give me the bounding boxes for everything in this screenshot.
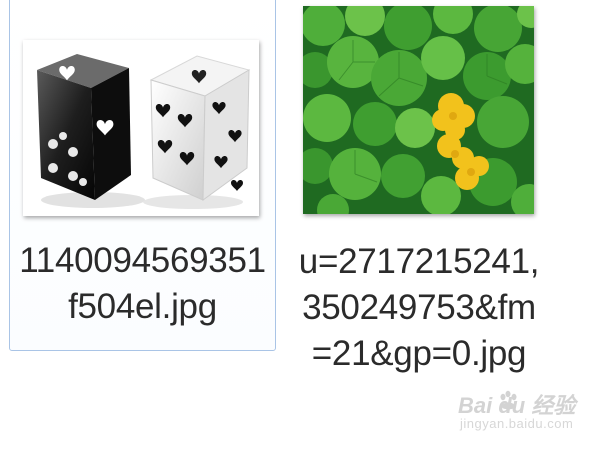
file-item-clover[interactable]: u=2717215241, 350249753&fm =21&gp=0.jpg	[293, 0, 545, 406]
thumbnail-dice-image[interactable]	[23, 40, 259, 216]
baidu-watermark: Bai du 经验 jingyan.baidu.com	[458, 388, 598, 440]
file-name-label[interactable]: u=2717215241, 350249753&fm =21&gp=0.jpg	[293, 239, 545, 377]
file-name-label[interactable]: 1140094569351 f504el.jpg	[10, 238, 275, 330]
file-item-dice[interactable]: 1140094569351 f504el.jpg	[9, 0, 276, 351]
paw-icon	[500, 390, 517, 410]
dice-image	[37, 54, 251, 209]
watermark-site: jingyan.baidu.com	[460, 416, 574, 431]
clover-flower-image	[303, 6, 534, 214]
thumbnail-clover-image[interactable]	[303, 6, 534, 214]
